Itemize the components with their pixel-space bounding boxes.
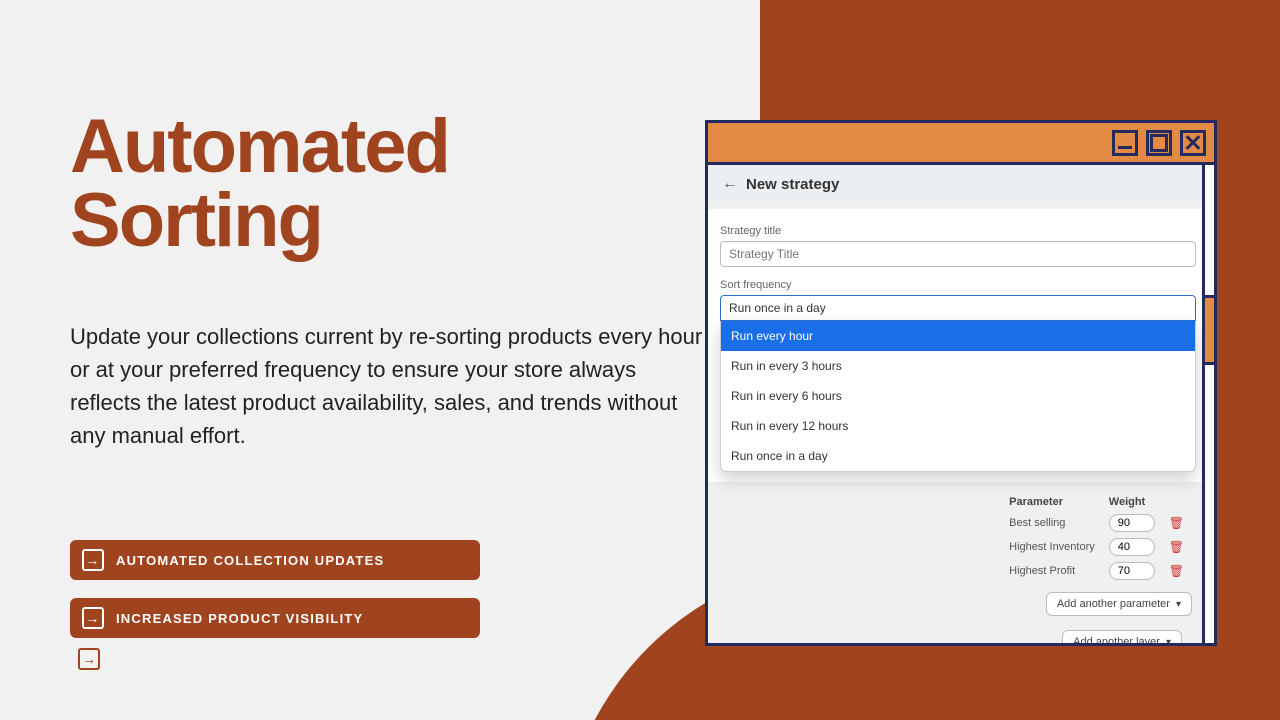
button-label: Add another parameter (1057, 598, 1170, 610)
login-icon (78, 648, 100, 670)
button-label: Add another layer (1073, 636, 1160, 643)
strategy-title-label: Strategy title (720, 225, 1196, 237)
sort-option[interactable]: Run in every 6 hours (721, 381, 1195, 411)
page-description: Update your collections current by re-so… (70, 320, 710, 452)
add-layer-button[interactable]: Add another layer ▾ (1062, 630, 1182, 643)
trash-icon[interactable]: 🗑 (1169, 516, 1184, 530)
title-line-1: Automated (70, 104, 449, 189)
login-icon (82, 607, 104, 629)
weight-col-header: Weight (1103, 494, 1161, 510)
table-row: Highest Inventory 🗑 (1003, 536, 1190, 558)
table-row: Best selling 🗑 (1003, 512, 1190, 534)
close-button[interactable] (1180, 130, 1206, 156)
login-icon (82, 549, 104, 571)
weight-input[interactable] (1109, 514, 1155, 532)
pill-label: AUTOMATED COLLECTION UPDATES (116, 553, 384, 568)
sort-option[interactable]: Run in every 12 hours (721, 411, 1195, 441)
sort-frequency-label: Sort frequency (720, 279, 1196, 291)
add-parameter-button[interactable]: Add another parameter ▾ (1046, 592, 1192, 616)
back-arrow-icon[interactable]: ← (722, 175, 738, 193)
pill-label: INCREASED PRODUCT VISIBILITY (116, 611, 363, 626)
trash-icon[interactable]: 🗑 (1169, 540, 1184, 554)
sort-option[interactable]: Run once in a day (721, 441, 1195, 471)
feature-pill-visibility: INCREASED PRODUCT VISIBILITY (70, 598, 480, 638)
page-title: Automated Sorting (70, 110, 449, 259)
feature-pill-updates: AUTOMATED COLLECTION UPDATES (70, 540, 480, 580)
sort-option[interactable]: Run in every 3 hours (721, 351, 1195, 381)
app-window: ← New strategy Strategy title Sort frequ… (705, 120, 1217, 646)
trash-icon[interactable]: 🗑 (1169, 564, 1184, 578)
table-row: Highest Profit 🗑 (1003, 560, 1190, 582)
minimize-button[interactable] (1112, 130, 1138, 156)
title-line-2: Sorting (70, 178, 322, 263)
sort-frequency-dropdown: Run every hour Run in every 3 hours Run … (720, 321, 1196, 472)
window-titlebar (708, 123, 1214, 165)
weight-input[interactable] (1109, 562, 1155, 580)
parameters-table: Parameter Weight Best selling 🗑 Highest … (1001, 492, 1192, 584)
sort-option[interactable]: Run every hour (721, 321, 1195, 351)
chevron-down-icon: ▾ (1176, 599, 1181, 610)
maximize-button[interactable] (1146, 130, 1172, 156)
sort-frequency-select[interactable]: Run once in a day (720, 295, 1196, 321)
page-header: ← New strategy (708, 165, 1202, 203)
page-heading: New strategy (746, 176, 839, 193)
param-name: Highest Profit (1003, 560, 1101, 582)
chevron-down-icon: ▾ (1166, 637, 1171, 644)
strategy-title-input[interactable] (720, 241, 1196, 267)
param-name: Highest Inventory (1003, 536, 1101, 558)
param-col-header: Parameter (1003, 494, 1101, 510)
scrollbar-thumb[interactable] (1202, 295, 1217, 365)
weight-input[interactable] (1109, 538, 1155, 556)
vertical-scrollbar[interactable] (1202, 165, 1214, 643)
param-name: Best selling (1003, 512, 1101, 534)
